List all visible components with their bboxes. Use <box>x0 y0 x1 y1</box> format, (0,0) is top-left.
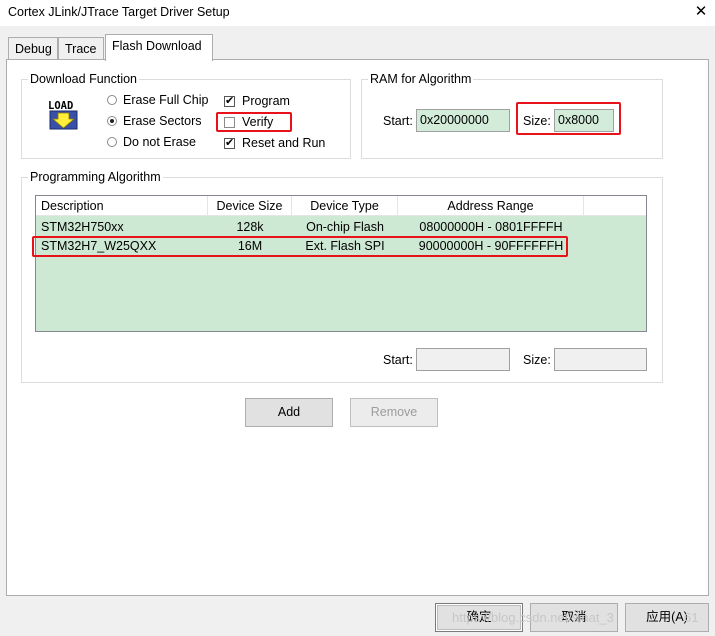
verify-highlight-box <box>216 112 292 132</box>
selected-row-highlight-box <box>32 236 568 257</box>
cell-description: STM32H750xx <box>41 220 124 234</box>
checkbox-program[interactable]: ✔ <box>224 96 235 107</box>
ram-size-highlight-box <box>516 102 621 135</box>
group-legend: Programming Algorithm <box>30 170 161 184</box>
checkbox-reset-and-run[interactable]: ✔ <box>224 138 235 149</box>
ram-start-label: Start: <box>383 114 413 128</box>
radio-do-not-erase[interactable] <box>107 137 117 147</box>
algorithm-list[interactable]: Description Device Size Device Type Addr… <box>35 195 647 332</box>
erase-sectors-label: Erase Sectors <box>123 114 202 128</box>
algo-size-input[interactable] <box>554 348 647 371</box>
radio-erase-sectors[interactable] <box>107 116 117 126</box>
cell-size: 128k <box>236 220 264 234</box>
watermark-tail: 61 <box>684 610 699 625</box>
add-button[interactable]: Add <box>245 398 333 427</box>
column-header-device-type[interactable]: Device Type <box>292 196 398 216</box>
load-icon-text: LOAD <box>48 100 73 112</box>
table-row[interactable]: STM32H750xx 128k On-chip Flash 08000000H… <box>36 218 646 236</box>
algo-start-label: Start: <box>383 353 413 367</box>
cell-type: On-chip Flash <box>306 220 384 234</box>
list-header: Description Device Size Device Type Addr… <box>36 196 646 216</box>
cell-range: 08000000H - 0801FFFFH <box>419 220 563 234</box>
group-legend: RAM for Algorithm <box>370 72 472 86</box>
algo-start-input[interactable] <box>416 348 510 371</box>
column-header-device-size[interactable]: Device Size <box>208 196 292 216</box>
algo-size-label: Size: <box>523 353 551 367</box>
remove-button[interactable]: Remove <box>350 398 438 427</box>
watermark-text: https://blog.csdn.net/sinat_3 <box>452 610 614 625</box>
radio-erase-full-chip[interactable] <box>107 95 117 105</box>
column-header-address-range[interactable]: Address Range <box>398 196 584 216</box>
do-not-erase-label: Do not Erase <box>123 135 196 149</box>
reset-and-run-label: Reset and Run <box>242 136 326 150</box>
ram-start-input[interactable]: 0x20000000 <box>416 109 510 132</box>
group-legend: Download Function <box>30 72 138 86</box>
erase-full-chip-label: Erase Full Chip <box>123 93 209 107</box>
load-icon: LOAD <box>46 98 82 131</box>
column-header-description[interactable]: Description <box>36 196 208 216</box>
program-label: Program <box>242 94 290 108</box>
